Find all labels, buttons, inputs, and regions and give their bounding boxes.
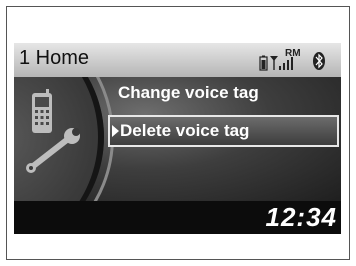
header-bar: 1 Home RM [14, 43, 341, 77]
page-title: 1 Home [19, 47, 90, 69]
context-icon-group [26, 89, 80, 173]
menu-item-delete-voice-tag[interactable]: Delete voice tag [108, 115, 339, 147]
roaming-indicator: RM [285, 48, 301, 59]
menu-item-label: Change voice tag [118, 83, 259, 102]
bluetooth-icon [313, 52, 325, 70]
selection-arrow-icon [112, 125, 119, 137]
menu-item-change-voice-tag[interactable]: Change voice tag [108, 77, 339, 109]
status-area: RM [259, 48, 325, 71]
wrench-icon [26, 128, 80, 173]
menu-area: Change voice tag Delete voice tag [14, 77, 341, 201]
footer-bar: 12:34 [14, 201, 341, 234]
battery-icon [259, 55, 268, 71]
menu-item-label: Delete voice tag [120, 121, 250, 140]
clock-display: 12:34 [265, 202, 337, 232]
phone-icon [32, 89, 52, 133]
audio-display-screen: 1 Home RM Change voice tag Delete voice … [14, 43, 341, 234]
